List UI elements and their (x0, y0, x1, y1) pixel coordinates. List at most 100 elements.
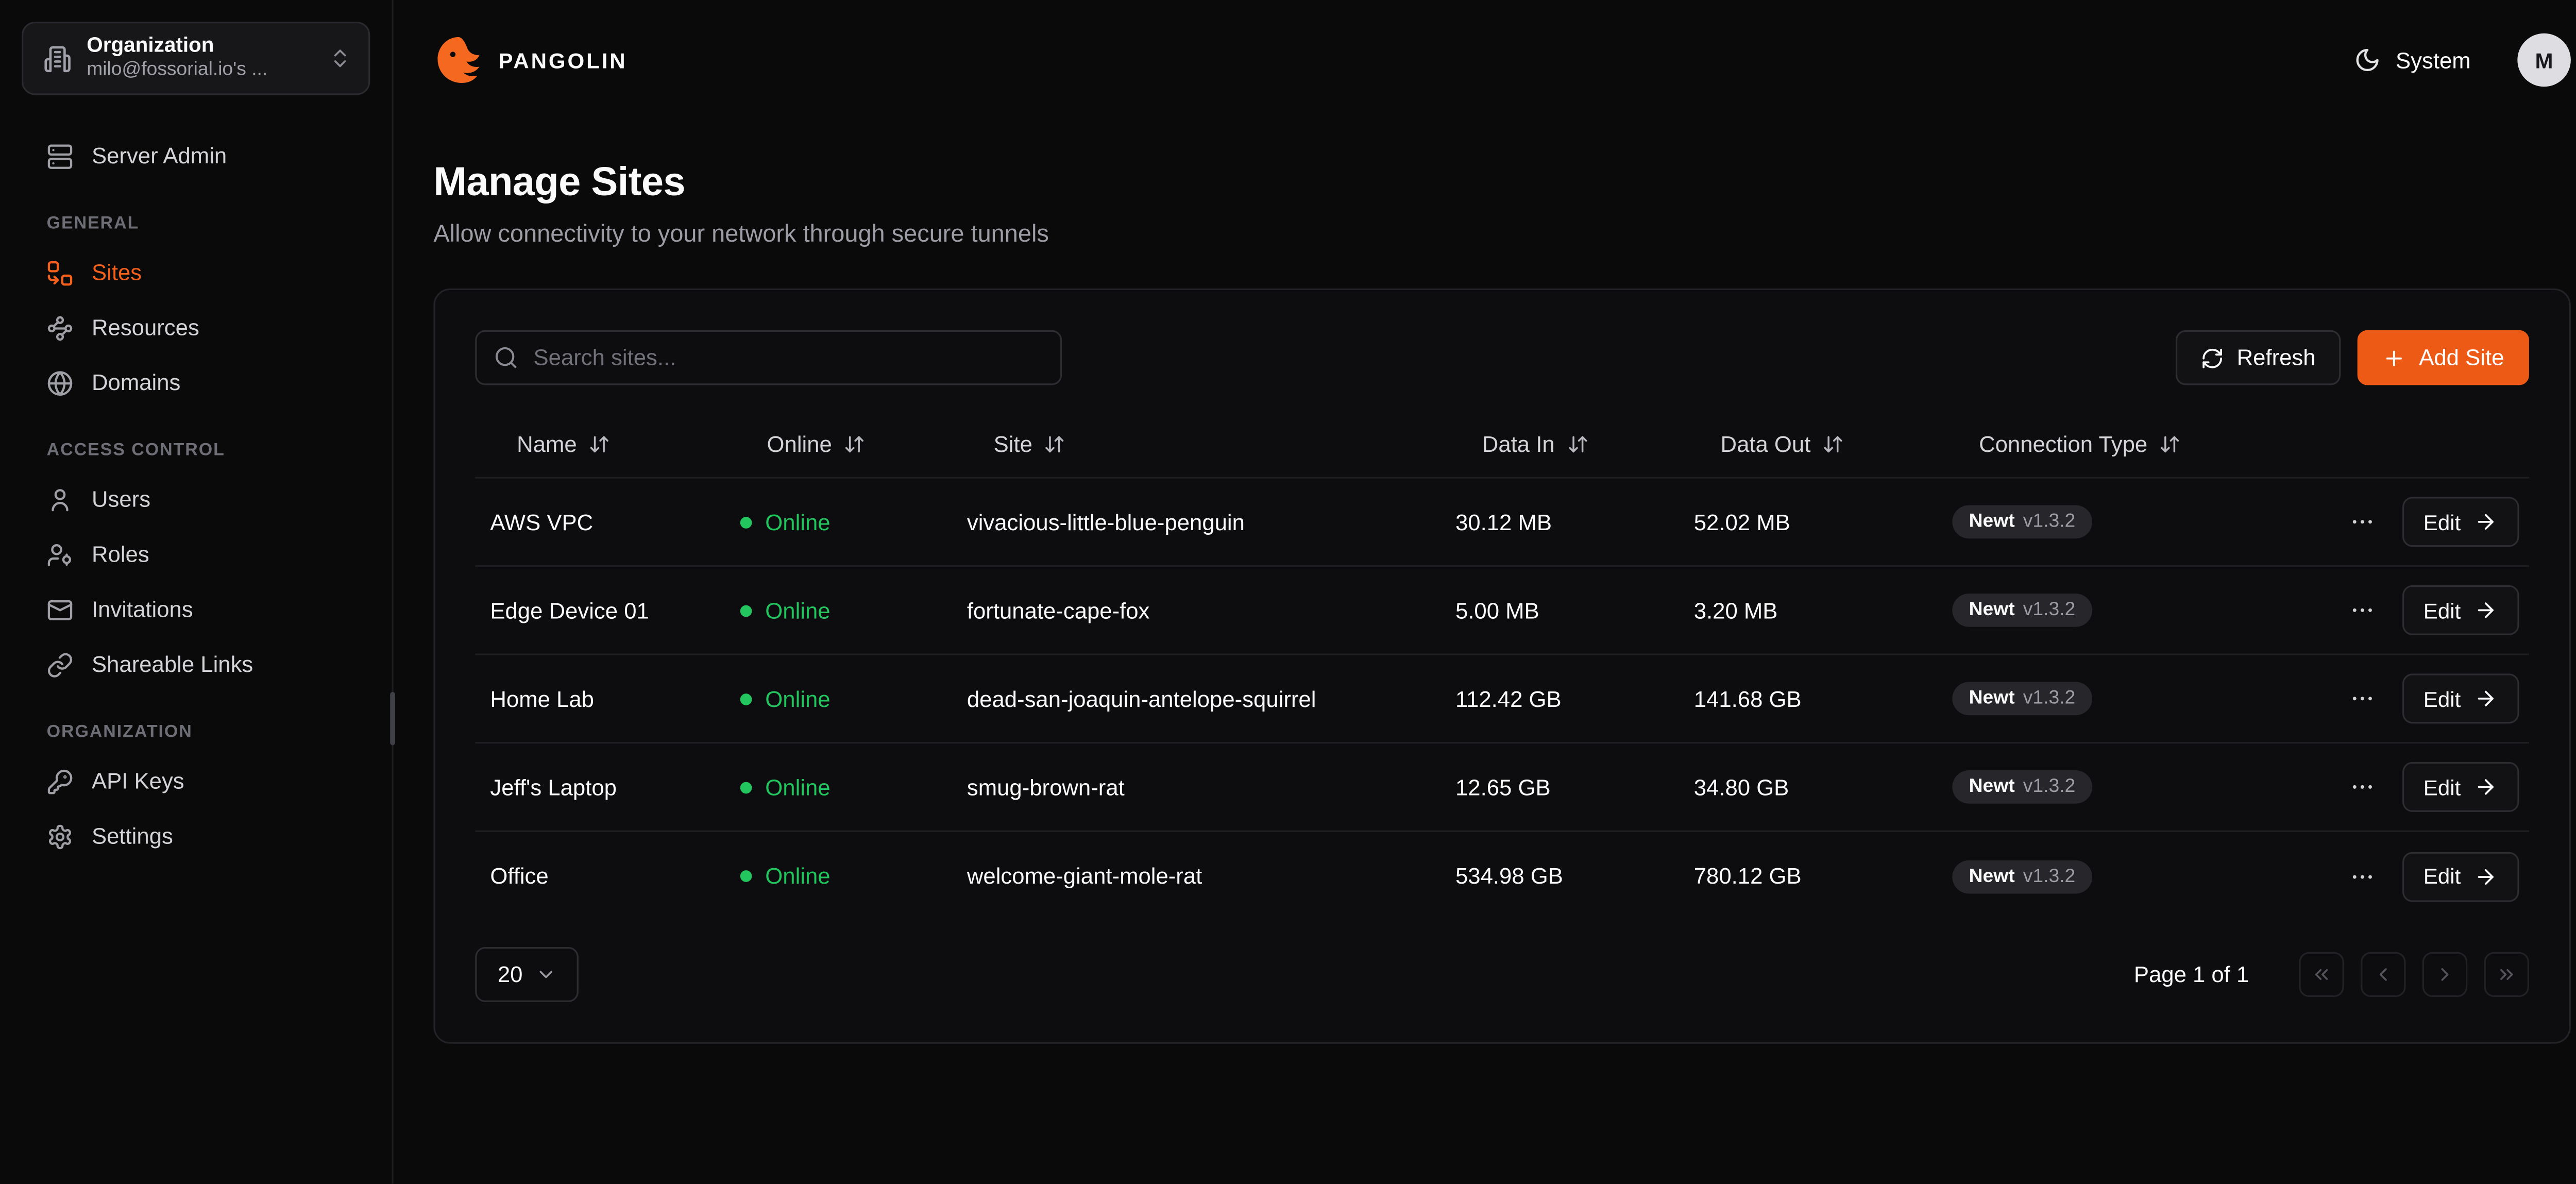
refresh-button[interactable]: Refresh (2175, 330, 2341, 385)
site-slug-cell: fortunate-cape-fox (952, 598, 1440, 623)
sidebar-item-sites[interactable]: Sites (0, 245, 392, 300)
sites-card: Refresh Add Site Name (433, 289, 2571, 1044)
search-sites-input[interactable] (475, 330, 1062, 385)
sidebar-item-label: Domains (92, 370, 180, 395)
connection-type-name: Newt (1969, 866, 2015, 886)
arrow-right-icon (2474, 775, 2497, 799)
sidebar-item-users[interactable]: Users (0, 472, 392, 527)
chevron-right-icon (2434, 963, 2456, 985)
online-dot-icon (740, 604, 752, 616)
row-more-button[interactable] (2342, 767, 2382, 807)
sidebar-item-invitations[interactable]: Invitations (0, 582, 392, 637)
page-subtitle: Allow connectivity to your network throu… (433, 222, 2571, 248)
connection-type-version: v1.3.2 (2023, 866, 2075, 886)
online-status-label: Online (765, 686, 830, 712)
sidebar-item-label: Invitations (92, 597, 193, 622)
online-status-cell: Online (725, 598, 952, 623)
online-status-cell: Online (725, 510, 952, 535)
page-info: Page 1 of 1 (2134, 962, 2249, 987)
sort-icon (2159, 433, 2181, 455)
user-cog-icon (47, 541, 74, 568)
row-more-button[interactable] (2342, 679, 2382, 719)
sidebar: Organization milo@fossorial.io's ... Ser… (0, 0, 394, 1184)
first-page-button[interactable] (2299, 952, 2344, 997)
sidebar-item-api-keys[interactable]: API Keys (0, 754, 392, 809)
sidebar-item-resources[interactable]: Resources (0, 300, 392, 355)
mail-icon (47, 596, 74, 623)
edit-label: Edit (2424, 598, 2461, 623)
add-site-button[interactable]: Add Site (2358, 330, 2529, 385)
column-label: Data In (1482, 432, 1555, 457)
waypoints-icon (47, 314, 74, 341)
sidebar-scrollbar-thumb[interactable] (390, 692, 395, 746)
column-label: Data Out (1721, 432, 1811, 457)
page-size-value: 20 (498, 962, 523, 987)
row-more-button[interactable] (2342, 590, 2382, 631)
column-header-data-in[interactable]: Data In (1440, 432, 1679, 457)
pangolin-logo-icon (433, 35, 483, 85)
sidebar-item-server-admin[interactable]: Server Admin (0, 128, 392, 183)
online-status-label: Online (765, 774, 830, 800)
data-in-cell: 112.42 GB (1440, 686, 1679, 712)
row-edit-button[interactable]: Edit (2402, 497, 2519, 547)
users-icon (47, 486, 74, 513)
page-size-select[interactable]: 20 (475, 947, 579, 1002)
data-in-cell: 534.98 GB (1440, 864, 1679, 889)
edit-label: Edit (2424, 510, 2461, 535)
connection-type-cell: Newt v1.3.2 (1937, 682, 2320, 716)
online-dot-icon (740, 781, 752, 793)
sites-table-header: Name Online Site Data In (475, 412, 2529, 478)
sidebar-item-roles[interactable]: Roles (0, 527, 392, 582)
avatar[interactable]: M (2517, 33, 2571, 87)
online-dot-icon (740, 516, 752, 528)
site-slug-cell: vivacious-little-blue-penguin (952, 510, 1440, 535)
data-out-cell: 780.12 GB (1679, 864, 1938, 889)
sidebar-item-domains[interactable]: Domains (0, 355, 392, 410)
theme-toggle-button[interactable]: System (2344, 45, 2481, 75)
chevrons-left-icon (2311, 963, 2332, 985)
online-dot-icon (740, 693, 752, 705)
ellipsis-icon (2348, 773, 2375, 800)
next-page-button[interactable] (2422, 952, 2467, 997)
online-status-label: Online (765, 864, 830, 889)
row-more-button[interactable] (2342, 502, 2382, 542)
page-content: Manage Sites Allow connectivity to your … (395, 120, 2576, 1044)
sort-icon (1822, 433, 1844, 455)
column-header-site[interactable]: Site (952, 432, 1440, 457)
connection-type-name: Newt (1969, 777, 2015, 797)
site-name-cell: Edge Device 01 (475, 598, 725, 623)
connection-type-badge: Newt v1.3.2 (1952, 859, 2092, 893)
site-slug-cell: welcome-giant-mole-rat (952, 864, 1440, 889)
brand-name: PANGOLIN (499, 47, 628, 73)
table-row: Office Online welcome-giant-mole-rat 534… (475, 832, 2529, 921)
server-icon (47, 143, 74, 170)
row-edit-button[interactable]: Edit (2402, 762, 2519, 812)
org-selector[interactable]: Organization milo@fossorial.io's ... (22, 22, 370, 95)
online-dot-icon (740, 870, 752, 882)
sidebar-nav: Server Admin GENERAL Sites Resources Do (0, 95, 392, 864)
sidebar-item-settings[interactable]: Settings (0, 808, 392, 864)
row-edit-button[interactable]: Edit (2402, 585, 2519, 635)
column-header-name[interactable]: Name (475, 432, 725, 457)
row-more-button[interactable] (2342, 856, 2382, 897)
sidebar-item-label: API Keys (92, 769, 184, 794)
column-label: Site (994, 432, 1032, 457)
data-in-cell: 5.00 MB (1440, 598, 1679, 623)
connection-type-cell: Newt v1.3.2 (1937, 859, 2320, 893)
connection-type-version: v1.3.2 (2023, 777, 2075, 797)
app-window: Organization milo@fossorial.io's ... Ser… (0, 0, 2576, 1184)
column-header-connection-type[interactable]: Connection Type (1937, 432, 2320, 457)
row-edit-button[interactable]: Edit (2402, 673, 2519, 723)
arrow-right-icon (2474, 865, 2497, 888)
sidebar-item-label: Resources (92, 315, 199, 341)
table-row: Jeff's Laptop Online smug-brown-rat 12.6… (475, 743, 2529, 832)
last-page-button[interactable] (2484, 952, 2529, 997)
brand[interactable]: PANGOLIN (433, 35, 627, 85)
row-edit-button[interactable]: Edit (2402, 851, 2519, 901)
prev-page-button[interactable] (2361, 952, 2405, 997)
column-header-data-out[interactable]: Data Out (1679, 432, 1938, 457)
chevron-down-icon (534, 963, 556, 985)
column-header-online[interactable]: Online (725, 432, 952, 457)
row-actions-cell: Edit (2320, 851, 2529, 901)
sidebar-item-shareable-links[interactable]: Shareable Links (0, 637, 392, 692)
